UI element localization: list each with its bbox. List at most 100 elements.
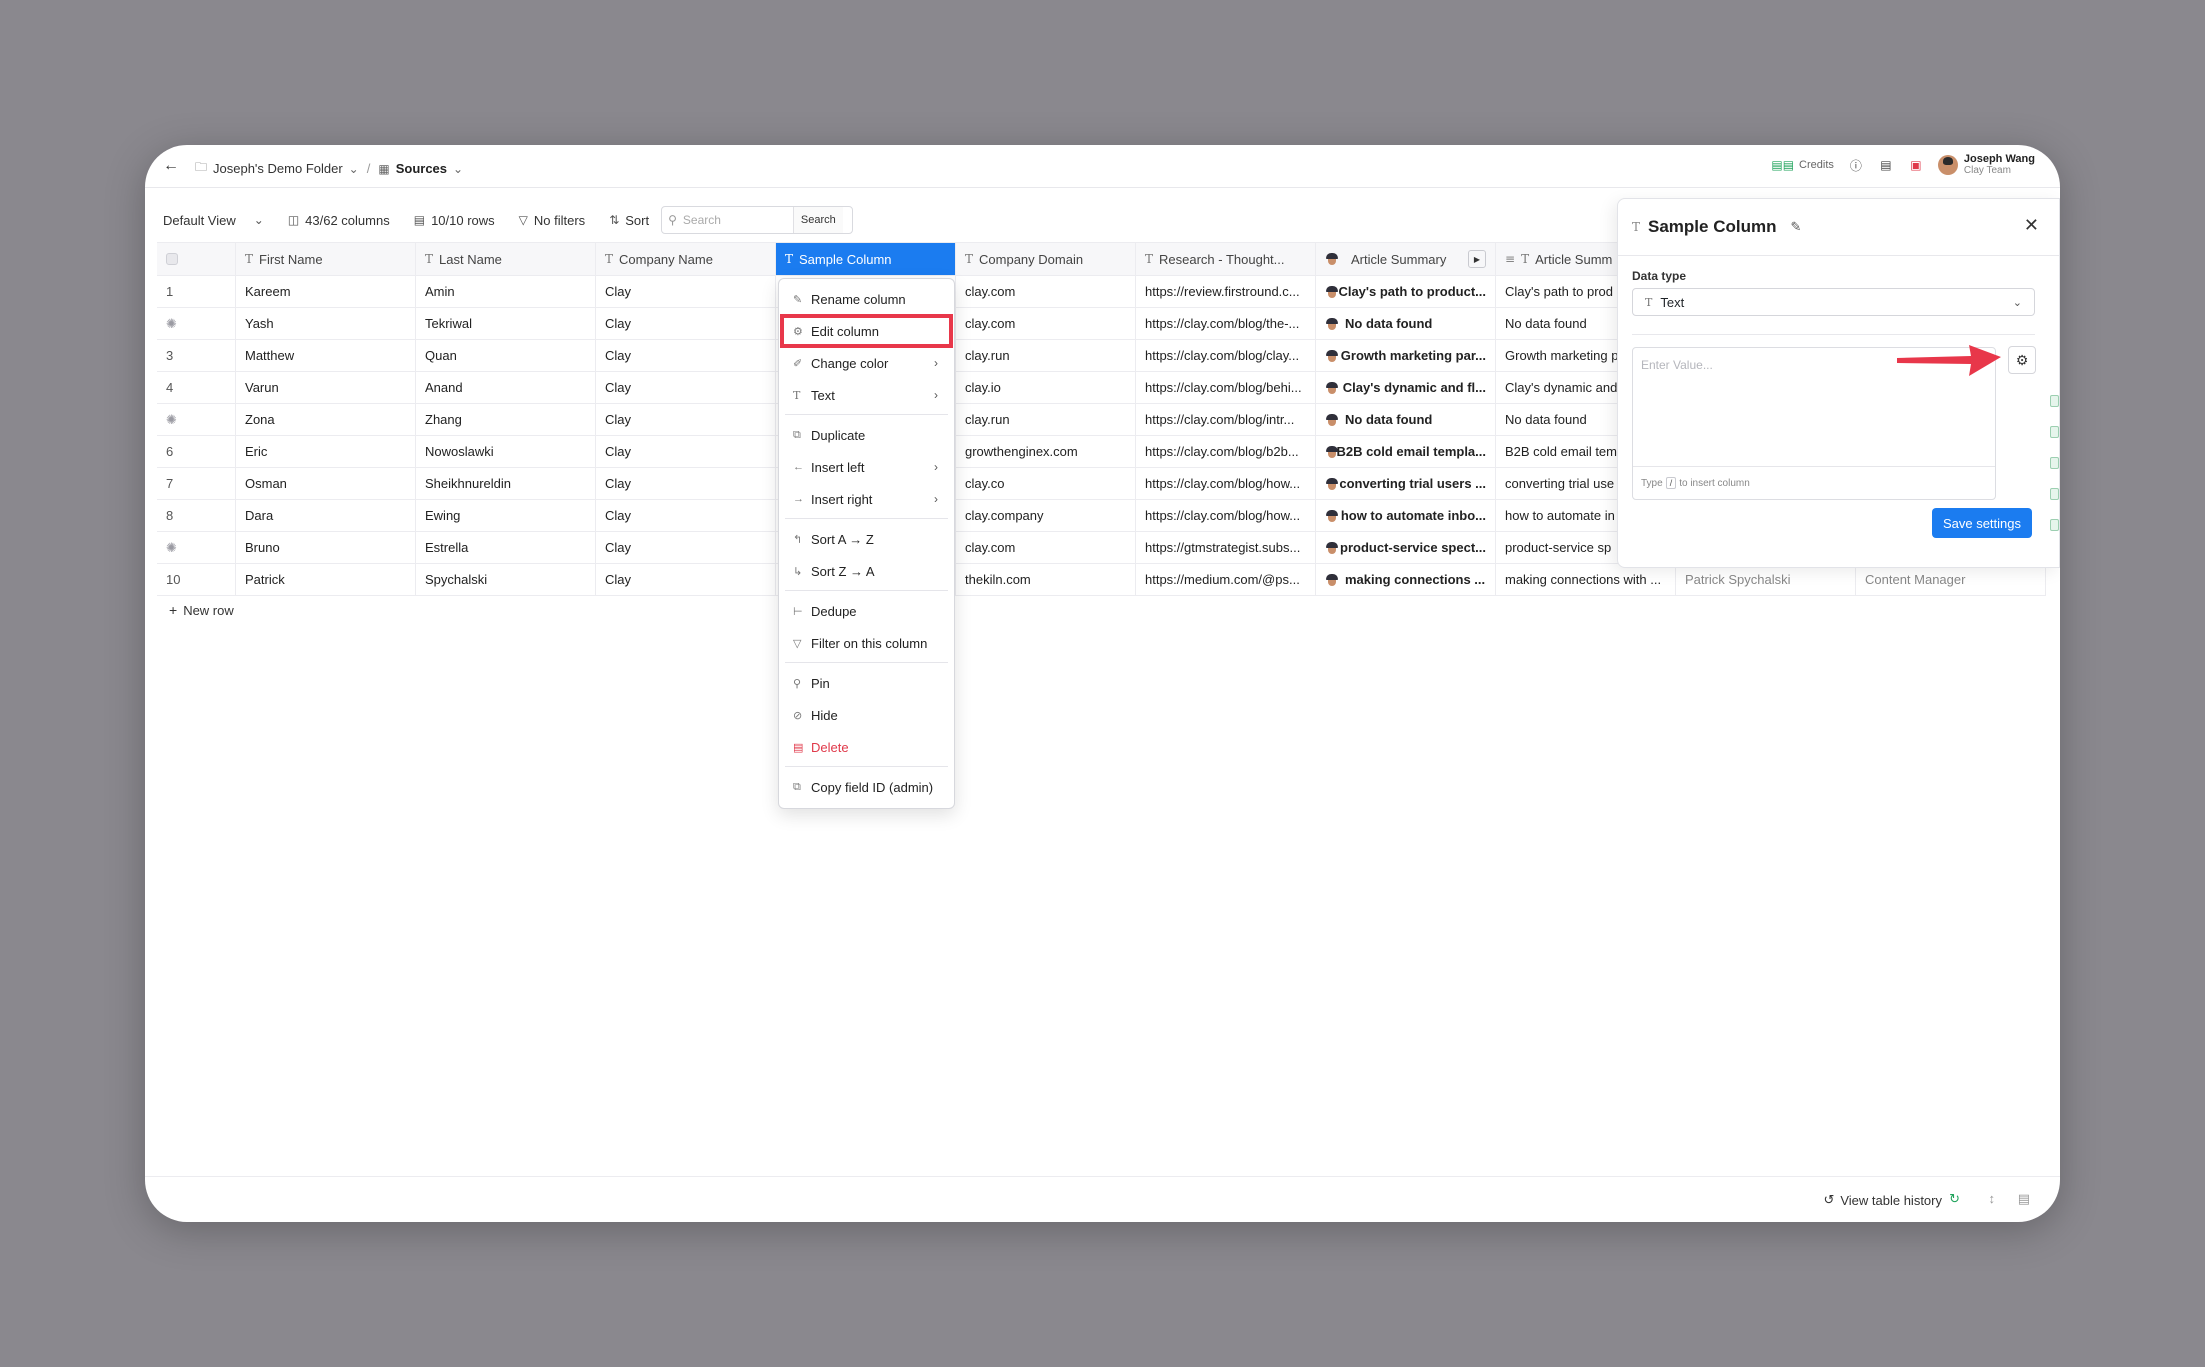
cell-first-name[interactable]: Bruno (236, 532, 416, 563)
back-arrow-icon[interactable]: ← (163, 157, 179, 175)
row-index-cell[interactable]: 8 (157, 500, 236, 531)
menu-item-duplicate[interactable]: ⧉ Duplicate (779, 419, 954, 451)
cell-company-name[interactable]: Clay (596, 564, 776, 595)
cell-company-domain[interactable]: clay.io (956, 372, 1136, 403)
cell-last-name[interactable]: Amin (416, 276, 596, 307)
menu-item-text[interactable]: T Text › (779, 379, 954, 411)
cell-company-domain[interactable]: clay.com (956, 532, 1136, 563)
cell-first-name[interactable]: Patrick (236, 564, 416, 595)
row-index-cell[interactable]: ✺ (157, 404, 236, 435)
cell-last-name[interactable]: Estrella (416, 532, 596, 563)
user-menu[interactable]: Joseph Wang Clay Team (1937, 153, 2035, 177)
cell-article-summary[interactable]: B2B cold email templa... (1316, 436, 1496, 467)
data-type-select[interactable]: T Text ⌄ (1632, 288, 2035, 316)
menu-item-sort-za[interactable]: ↳ Sort Z → A (779, 555, 954, 587)
cell-article-summary[interactable]: Clay's dynamic and fl... (1316, 372, 1496, 403)
breadcrumb-current[interactable]: Sources (396, 161, 447, 176)
menu-item-rename[interactable]: ✎ Rename column (779, 283, 954, 315)
credits-indicator[interactable]: ▤▤ Credits (1771, 158, 1834, 172)
cell-research[interactable]: https://clay.com/blog/how... (1136, 500, 1316, 531)
column-header-last-name[interactable]: T Last Name (416, 243, 596, 275)
cell-article-summary[interactable]: product-service spect... (1316, 532, 1496, 563)
cell-first-name[interactable]: Dara (236, 500, 416, 531)
cell-name-extra[interactable]: Patrick Spychalski (1676, 564, 1856, 595)
select-all-cell[interactable] (157, 243, 236, 275)
cell-last-name[interactable]: Quan (416, 340, 596, 371)
rows-button[interactable]: ▤ 10/10 rows (414, 213, 495, 228)
play-icon[interactable]: ▶ (1468, 250, 1486, 268)
cell-first-name[interactable]: Zona (236, 404, 416, 435)
cell-article-summary[interactable]: No data found (1316, 404, 1496, 435)
column-header-sample-column[interactable]: T Sample Column (776, 243, 956, 275)
pencil-icon[interactable]: ✎ (1790, 219, 1801, 235)
cell-company-name[interactable]: Clay (596, 500, 776, 531)
cell-first-name[interactable]: Osman (236, 468, 416, 499)
menu-item-delete[interactable]: ▤ Delete (779, 731, 954, 763)
cell-company-name[interactable]: Clay (596, 532, 776, 563)
save-settings-button[interactable]: Save settings (1931, 508, 2032, 538)
chevron-down-icon[interactable]: ⌄ (453, 162, 463, 176)
menu-item-insert-left[interactable]: ← Insert left › (779, 451, 954, 483)
help-icon[interactable]: ⓘ (1848, 157, 1864, 173)
menu-item-copy-field-id[interactable]: ⧉ Copy field ID (admin) (779, 771, 954, 803)
cell-first-name[interactable]: Eric (236, 436, 416, 467)
cell-research[interactable]: https://medium.com/@ps... (1136, 564, 1316, 595)
cell-last-name[interactable]: Nowoslawki (416, 436, 596, 467)
cell-title-extra[interactable]: Content Manager (1856, 564, 2046, 595)
panel-icon[interactable]: ▤ (2018, 1191, 2030, 1207)
view-selector[interactable]: Default View ⌄ (163, 213, 264, 228)
row-index-cell[interactable]: 6 (157, 436, 236, 467)
refresh-icon[interactable]: ↻ (1949, 1191, 1960, 1207)
menu-item-insert-right[interactable]: → Insert right › (779, 483, 954, 515)
cell-research[interactable]: https://clay.com/blog/clay... (1136, 340, 1316, 371)
row-index-cell[interactable]: 1 (157, 276, 236, 307)
breadcrumb-folder[interactable]: Joseph's Demo Folder (213, 161, 343, 176)
table-row[interactable]: 10 Patrick Spychalski Clay thekiln.com https:… (157, 564, 2046, 596)
cell-company-domain[interactable]: thekiln.com (956, 564, 1136, 595)
close-icon[interactable]: ✕ (2024, 215, 2039, 236)
cell-first-name[interactable]: Kareem (236, 276, 416, 307)
row-index-cell[interactable]: 4 (157, 372, 236, 403)
menu-item-filter[interactable]: ▽ Filter on this column (779, 627, 954, 659)
cell-company-name[interactable]: Clay (596, 276, 776, 307)
menu-item-dedupe[interactable]: ⊢ Dedupe (779, 595, 954, 627)
cell-company-domain[interactable]: clay.co (956, 468, 1136, 499)
cell-first-name[interactable]: Matthew (236, 340, 416, 371)
cell-last-name[interactable]: Ewing (416, 500, 596, 531)
view-table-history-button[interactable]: ↺ View table history (1823, 1192, 1942, 1208)
cell-company-name[interactable]: Clay (596, 372, 776, 403)
cell-company-domain[interactable]: clay.company (956, 500, 1136, 531)
cell-research[interactable]: https://review.firstround.c... (1136, 276, 1316, 307)
sort-button[interactable]: ⇅ Sort (609, 213, 649, 228)
row-index-cell[interactable]: ✺ (157, 308, 236, 339)
cell-first-name[interactable]: Varun (236, 372, 416, 403)
cell-last-name[interactable]: Spychalski (416, 564, 596, 595)
notification-icon[interactable]: ▣ (1908, 157, 1924, 173)
cell-company-domain[interactable]: clay.run (956, 404, 1136, 435)
value-settings-gear-icon[interactable]: ⚙ (2008, 346, 2036, 374)
filters-button[interactable]: ▽ No filters (519, 213, 586, 228)
cell-research[interactable]: https://clay.com/blog/how... (1136, 468, 1316, 499)
cell-research[interactable]: https://clay.com/blog/the-... (1136, 308, 1316, 339)
search-input[interactable] (682, 213, 793, 227)
cell-article-summary[interactable]: Growth marketing par... (1316, 340, 1496, 371)
inbox-icon[interactable]: ▤ (1878, 157, 1894, 173)
row-index-cell[interactable]: ✺ (157, 532, 236, 563)
menu-item-change-color[interactable]: ✐ Change color › (779, 347, 954, 379)
cell-last-name[interactable]: Zhang (416, 404, 596, 435)
cell-company-name[interactable]: Clay (596, 308, 776, 339)
columns-button[interactable]: ◫ 43/62 columns (288, 213, 390, 228)
row-index-cell[interactable]: 10 (157, 564, 236, 595)
cell-last-name[interactable]: Tekriwal (416, 308, 596, 339)
cell-company-name[interactable]: Clay (596, 404, 776, 435)
cell-company-domain[interactable]: clay.run (956, 340, 1136, 371)
cell-company-name[interactable]: Clay (596, 340, 776, 371)
cell-research[interactable]: https://clay.com/blog/behi... (1136, 372, 1316, 403)
collapse-icon[interactable]: ↕ (1989, 1191, 1996, 1206)
row-index-cell[interactable]: 3 (157, 340, 236, 371)
column-header-first-name[interactable]: T First Name (236, 243, 416, 275)
menu-item-pin[interactable]: ⚲ Pin (779, 667, 954, 699)
row-index-cell[interactable]: 7 (157, 468, 236, 499)
menu-item-sort-az[interactable]: ↰ Sort A → Z (779, 523, 954, 555)
chevron-down-icon[interactable]: ⌄ (349, 162, 359, 176)
